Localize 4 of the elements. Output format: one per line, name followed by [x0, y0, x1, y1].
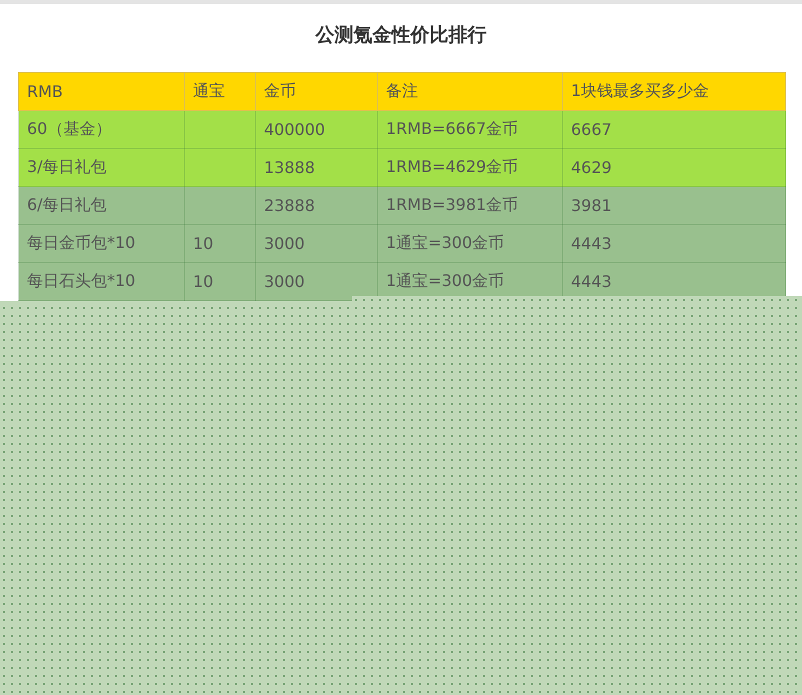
page-title: 公测氪金性价比排行: [314, 23, 488, 48]
column-header: 1块钱最多买多少金: [562, 72, 786, 110]
column-header: RMB: [18, 72, 184, 110]
column-header: 备注: [378, 72, 562, 110]
